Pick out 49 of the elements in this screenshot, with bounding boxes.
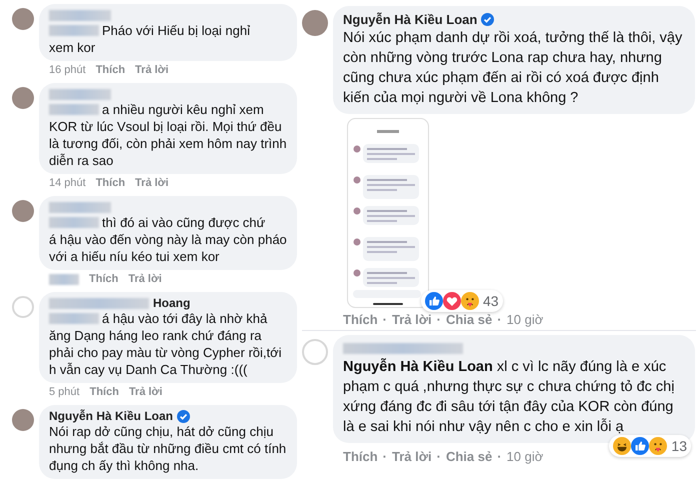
separator-dot: · <box>382 312 388 326</box>
comment-time: 14 phút <box>49 177 86 189</box>
comment-text: ăng Dạng háng leo rank chứ đáng ra phải cho pay màu từ vòng Cypher rồi,tới h vẫn cay vụ Danh Ca Thường :((( <box>49 327 283 378</box>
comment-action-link[interactable]: Thích <box>343 312 378 326</box>
comment-action-link[interactable]: Thích <box>89 273 118 285</box>
comment-action-link[interactable]: Thích <box>343 448 378 464</box>
comment-text: a nhiều người kêu nghỉ xem <box>102 101 264 118</box>
comment-action-link[interactable]: Trả lời <box>135 64 169 76</box>
comment-action-link[interactable]: Chia sẻ <box>446 448 492 464</box>
comment-action-link[interactable]: Trả lời <box>128 273 162 285</box>
comment-text: KOR từ lúc Vsoul bị loại rồi. Mọi thứ đều là tương đối, còn phải xem hôm nay trình diễn ra sao <box>49 118 287 169</box>
comment-time: 10 giờ <box>506 312 544 326</box>
comment-text: á hậu vào tới đây là nhờ khả <box>102 310 268 327</box>
comment-text: Nguyễn Hà Kiều Loan xl c vì lc nãy đúng là e xúc phạm c quá ,nhưng thực sự c chưa chứng tỏ đc chị xứng đáng đc đi sâu tới tận đây của KOR còn đúng là e sai khi nói như vậy nên c cho e xin lỗi ạ <box>343 357 676 437</box>
comment-time: 10 giờ <box>506 448 544 464</box>
comment-time: 16 phút <box>49 64 86 76</box>
commenter-name: Hoang <box>153 296 190 310</box>
comment-action-link[interactable]: Chia sẻ <box>446 312 492 326</box>
separator-dot: · <box>497 448 502 464</box>
redacted-mention <box>49 104 99 115</box>
comment-action-link[interactable]: Thích <box>96 64 126 76</box>
comment-time: 5 phút <box>49 386 80 398</box>
comment-action-link[interactable]: Thích <box>90 386 119 398</box>
redacted-mention <box>49 25 99 36</box>
comment-text: Pháo với Hiếu bị loại nghỉ <box>102 22 250 39</box>
commenter-name: Nguyễn Hà Kiều Loan <box>49 409 174 423</box>
redacted-name <box>49 88 111 100</box>
reaction-summary[interactable]: 13 <box>609 435 691 457</box>
separator-dot: · <box>436 448 441 464</box>
comment-text: á hậu vào đến vòng này là may còn pháo với a hiếu níu kéo tui xem kor <box>49 231 287 265</box>
comment-action-link[interactable]: Trả lời <box>135 177 169 189</box>
redacted-time <box>49 274 79 284</box>
comment-action-link[interactable]: Trả lời <box>128 386 162 398</box>
comment-text: thì đó ai vào cũng được chứ <box>102 214 266 231</box>
comment-text: Nói rap dở cũng chịu, hát dở cũng chịu nhưng bắt đầu từ những điều cmt có tính đụng ch ấy thì không nha. <box>49 423 287 474</box>
reaction-summary[interactable]: 43 <box>421 290 503 312</box>
redacted-mention <box>49 313 99 324</box>
separator-dot: · <box>382 448 388 464</box>
comment-action-link[interactable]: Trả lời <box>392 448 432 464</box>
separator-dot: · <box>497 312 502 326</box>
comment-text: Nói xúc phạm danh dự rồi xoá, tưởng thế là thôi, vậy còn những vòng trước Lona rap chưa hay, nhưng cũng chưa xúc phạm đến ai rồi có xoá được định kiến của mọi người về Lona không ? <box>343 29 684 108</box>
redacted-name <box>49 10 111 20</box>
commenter-name: Nguyễn Hà Kiều Loan <box>343 12 478 27</box>
comment-action-link[interactable]: Thích <box>96 177 126 189</box>
comment-text: xem kor <box>49 39 96 56</box>
separator-dot: · <box>436 312 441 326</box>
redacted-name <box>49 202 111 212</box>
comment-action-link[interactable]: Trả lời <box>392 312 432 326</box>
redacted-mention <box>49 217 99 228</box>
